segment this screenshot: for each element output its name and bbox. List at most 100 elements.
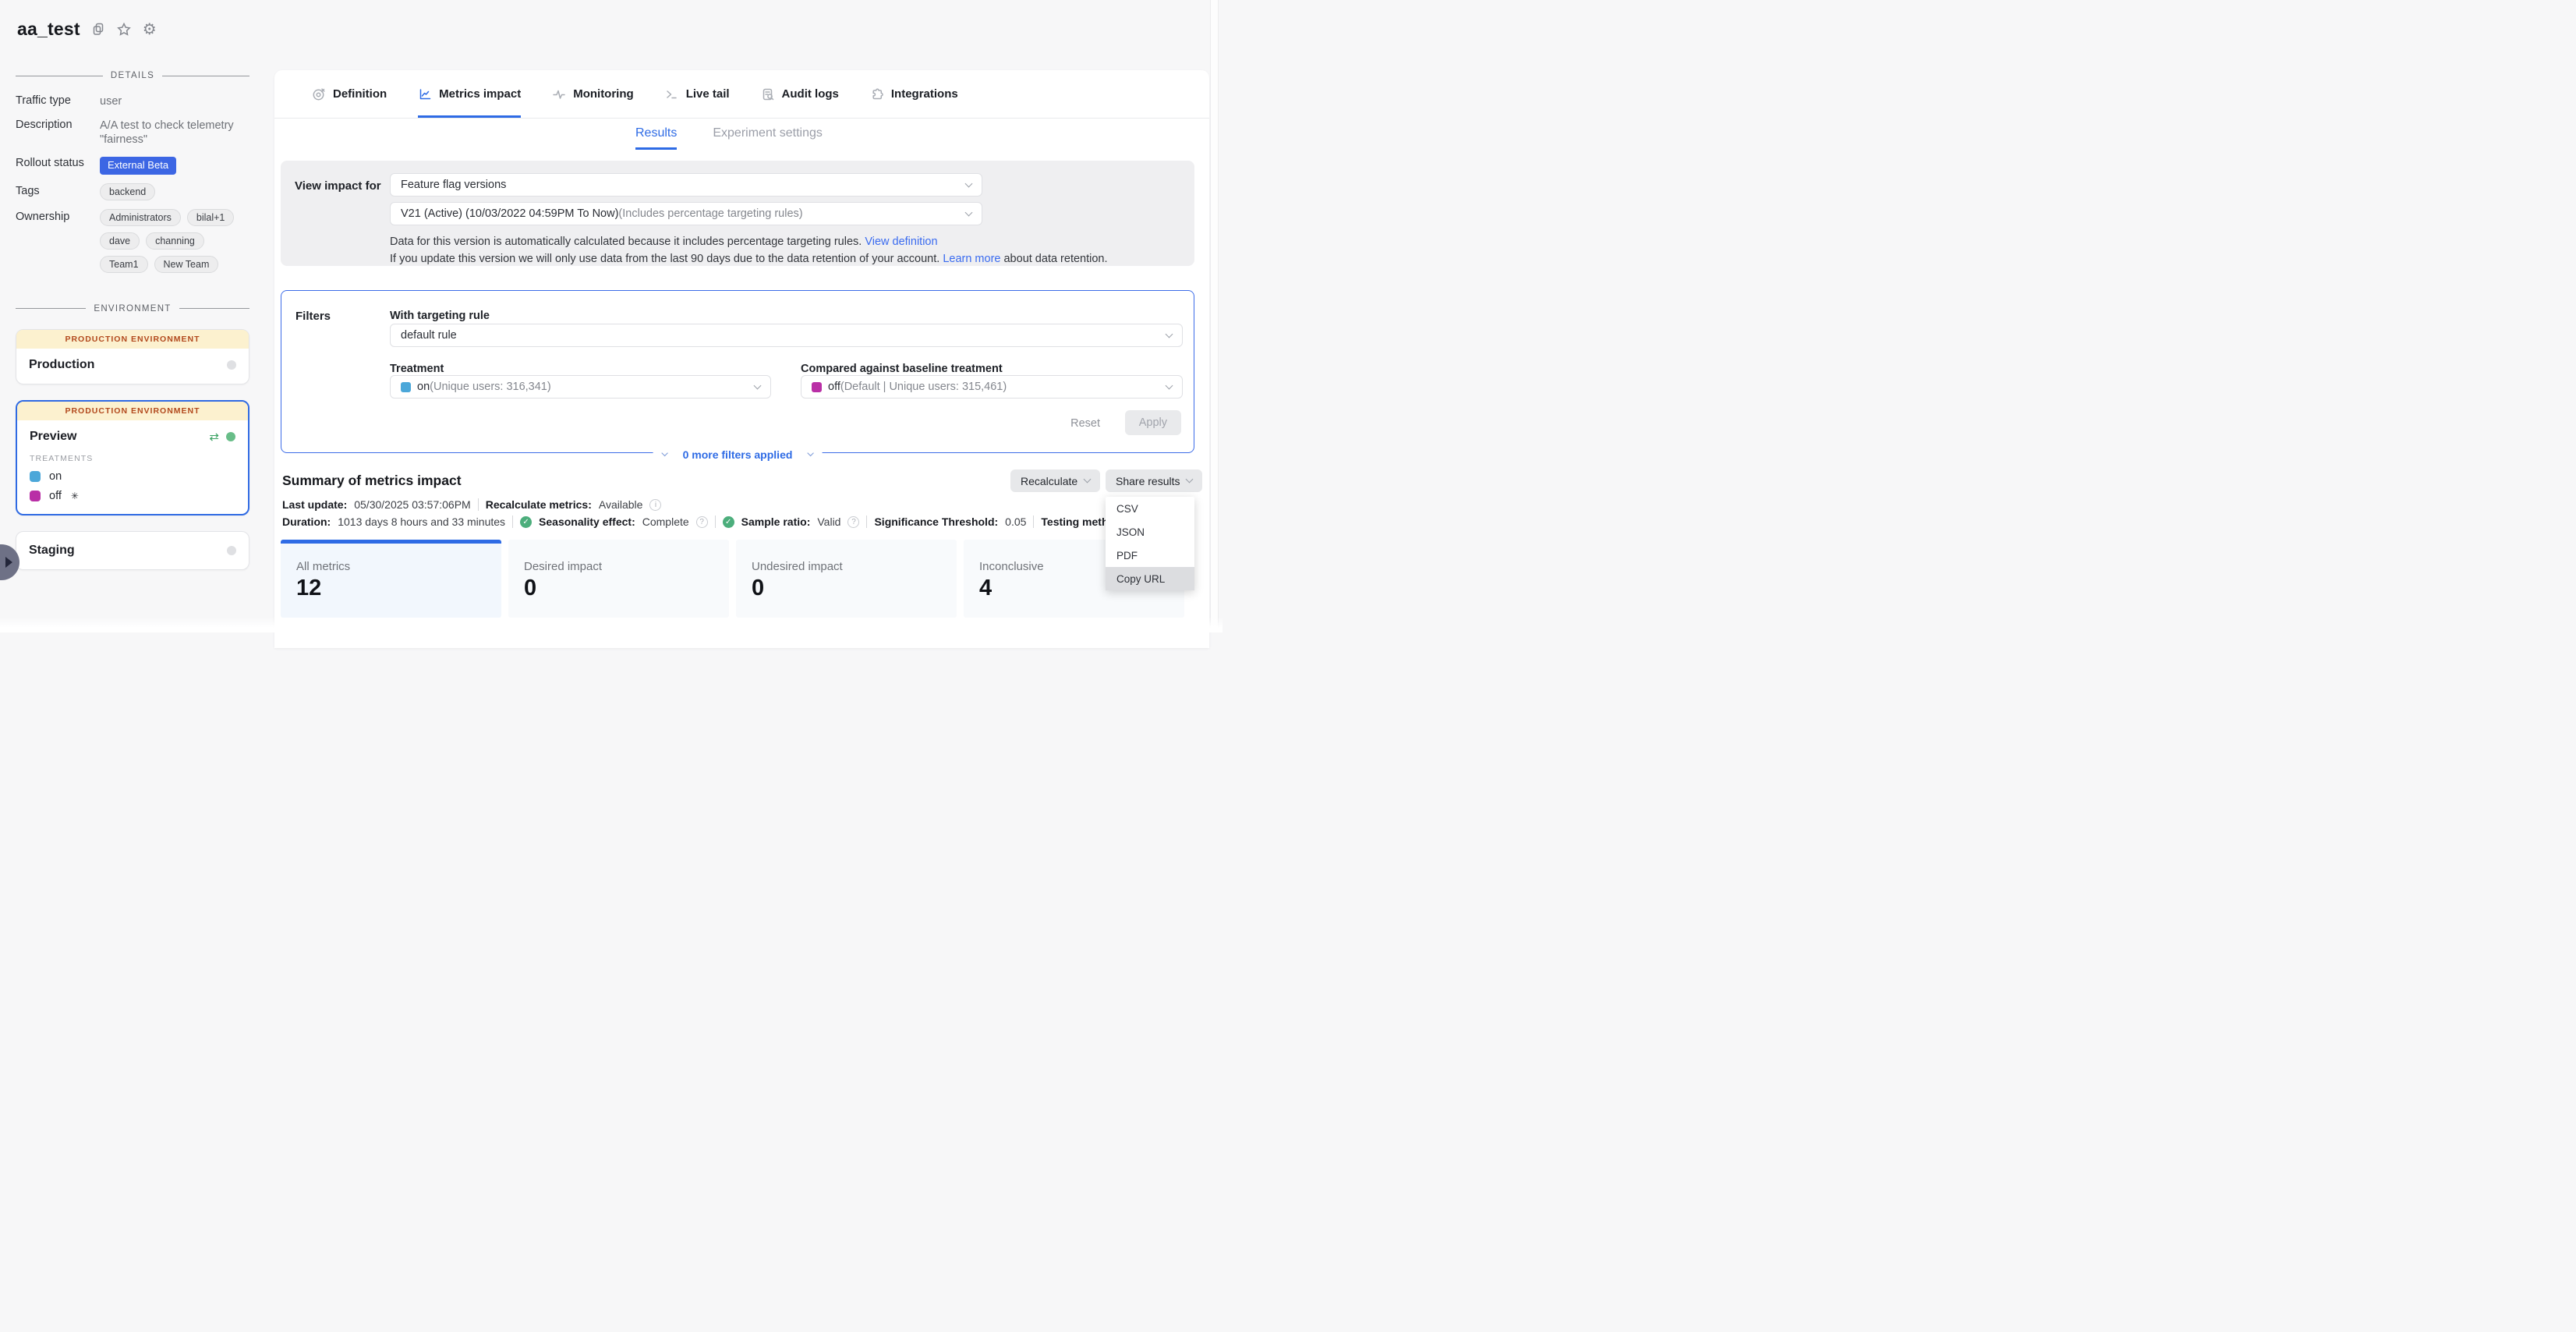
tab-live-tail[interactable]: Live tail xyxy=(665,70,730,118)
environment-card-preview[interactable]: PRODUCTION ENVIRONMENT Preview ⇄ TREATME… xyxy=(16,400,249,515)
pulse-icon xyxy=(552,87,566,101)
help-icon[interactable]: ? xyxy=(847,516,859,528)
tab-metrics-impact[interactable]: Metrics impact xyxy=(418,70,521,118)
learn-more-link[interactable]: Learn more xyxy=(943,253,1000,265)
chevron-down-icon xyxy=(965,209,973,217)
details-list: Traffic type user Description A/A test t… xyxy=(16,93,249,273)
line-chart-icon xyxy=(418,87,432,101)
tag-pill[interactable]: backend xyxy=(100,183,155,200)
description-row: Description A/A test to check telemetry … xyxy=(16,117,249,147)
targeting-rule-label: With targeting rule xyxy=(390,310,490,322)
environment-card-staging[interactable]: Staging xyxy=(16,531,249,570)
production-environment-banner: PRODUCTION ENVIRONMENT xyxy=(16,330,249,349)
view-definition-link[interactable]: View definition xyxy=(865,236,937,248)
environment-name: Production xyxy=(29,358,227,372)
treatment-on-swatch xyxy=(30,471,41,482)
metric-card-all-metrics[interactable]: All metrics 12 xyxy=(281,540,501,618)
rollout-status-badge[interactable]: External Beta xyxy=(100,157,176,174)
treatment-item: on xyxy=(30,470,235,483)
tab-definition[interactable]: Definition xyxy=(312,70,387,118)
chevron-down-icon xyxy=(1084,476,1092,484)
recalculate-button[interactable]: Recalculate xyxy=(1010,469,1100,492)
filters-label: Filters xyxy=(295,310,331,323)
treatment-off-swatch xyxy=(812,382,822,392)
divider xyxy=(1033,515,1034,528)
owner-pill[interactable]: bilal+1 xyxy=(187,209,235,226)
subtab-results[interactable]: Results xyxy=(635,126,677,150)
check-circle-icon: ✓ xyxy=(520,516,532,528)
tags-label: Tags xyxy=(16,183,100,197)
version-type-select[interactable]: Feature flag versions xyxy=(390,173,982,197)
chevron-down-icon xyxy=(965,180,973,188)
chevron-right-icon xyxy=(5,557,12,568)
tab-integrations[interactable]: Integrations xyxy=(870,70,958,118)
apply-button[interactable]: Apply xyxy=(1125,410,1181,435)
gear-icon[interactable]: ⚙ xyxy=(143,23,157,37)
menu-item-csv[interactable]: CSV xyxy=(1106,497,1194,520)
ownership-row: Ownership Administrators bilal+1 dave ch… xyxy=(16,209,249,273)
treatment-off-swatch xyxy=(30,491,41,501)
page-title: aa_test xyxy=(17,19,80,40)
metric-card-undesired-impact[interactable]: Undesired impact 0 xyxy=(736,540,957,618)
details-section-header: DETAILS xyxy=(16,71,249,80)
info-icon[interactable]: i xyxy=(649,499,661,511)
traffic-type-label: Traffic type xyxy=(16,93,100,107)
target-icon xyxy=(312,87,326,101)
environment-status-dot xyxy=(227,546,236,555)
last-update-value: 05/30/2025 03:57:06PM xyxy=(354,498,470,511)
vertical-scrollbar[interactable] xyxy=(1210,0,1219,632)
environment-status-dot xyxy=(227,360,236,370)
treatment-item: off ✳ xyxy=(30,490,235,502)
view-impact-label: View impact for xyxy=(295,179,381,193)
reset-button[interactable]: Reset xyxy=(1070,417,1100,430)
treatment-select[interactable]: on (Unique users: 316,341) xyxy=(390,375,771,399)
owner-pill[interactable]: New Team xyxy=(154,256,219,273)
divider xyxy=(866,515,867,528)
environment-name: Staging xyxy=(29,544,227,558)
environment-status-dot-active xyxy=(226,432,235,441)
ownership-label: Ownership xyxy=(16,209,100,223)
summary-status-line-1: Last update:05/30/2025 03:57:06PM Recalc… xyxy=(282,498,661,511)
chevron-down-icon xyxy=(807,450,813,456)
owner-pill[interactable]: dave xyxy=(100,232,140,250)
menu-item-json[interactable]: JSON xyxy=(1106,520,1194,544)
significance-value: 0.05 xyxy=(1005,515,1026,528)
more-filters-toggle[interactable]: 0 more filters applied xyxy=(653,448,823,461)
treatment-name: off xyxy=(49,490,62,502)
tab-monitoring[interactable]: Monitoring xyxy=(552,70,633,118)
star-favorite-icon[interactable] xyxy=(117,23,131,37)
targeting-rule-select[interactable]: default rule xyxy=(390,324,1183,347)
swap-arrows-icon: ⇄ xyxy=(209,430,219,444)
copy-name-icon[interactable] xyxy=(92,23,105,36)
chevron-down-icon xyxy=(661,450,667,456)
subtab-experiment-settings[interactable]: Experiment settings xyxy=(713,126,823,150)
menu-item-copy-url[interactable]: Copy URL xyxy=(1106,567,1194,590)
divider xyxy=(715,515,716,528)
terminal-icon xyxy=(665,87,679,101)
tab-audit-logs[interactable]: Audit logs xyxy=(761,70,839,118)
results-subtabs: Results Experiment settings xyxy=(635,126,823,150)
seasonality-value: Complete xyxy=(642,515,689,528)
version-select[interactable]: V21 (Active) (10/03/2022 04:59PM To Now)… xyxy=(390,202,982,225)
environment-card-production[interactable]: PRODUCTION ENVIRONMENT Production xyxy=(16,329,249,384)
recalculate-metrics-value: Available xyxy=(599,498,643,511)
treatment-label: Treatment xyxy=(390,363,444,375)
description-label: Description xyxy=(16,117,100,131)
chevron-down-icon xyxy=(1166,382,1173,390)
metric-card-desired-impact[interactable]: Desired impact 0 xyxy=(508,540,729,618)
menu-item-pdf[interactable]: PDF xyxy=(1106,544,1194,567)
chevron-down-icon xyxy=(1166,331,1173,338)
sample-ratio-value: Valid xyxy=(817,515,840,528)
environment-section-header: ENVIRONMENT xyxy=(16,304,249,314)
owner-pill[interactable]: Administrators xyxy=(100,209,181,226)
treatment-on-swatch xyxy=(401,382,411,392)
rollout-status-row: Rollout status External Beta xyxy=(16,155,249,174)
puzzle-icon xyxy=(870,87,884,101)
owner-pill[interactable]: Team1 xyxy=(100,256,148,273)
chevron-down-icon xyxy=(1186,476,1194,484)
owner-pill[interactable]: channing xyxy=(146,232,204,250)
share-results-button[interactable]: Share results xyxy=(1106,469,1202,492)
help-icon[interactable]: ? xyxy=(696,516,708,528)
baseline-select[interactable]: off (Default | Unique users: 315,461) xyxy=(801,375,1183,399)
tags-row: Tags backend xyxy=(16,183,249,200)
